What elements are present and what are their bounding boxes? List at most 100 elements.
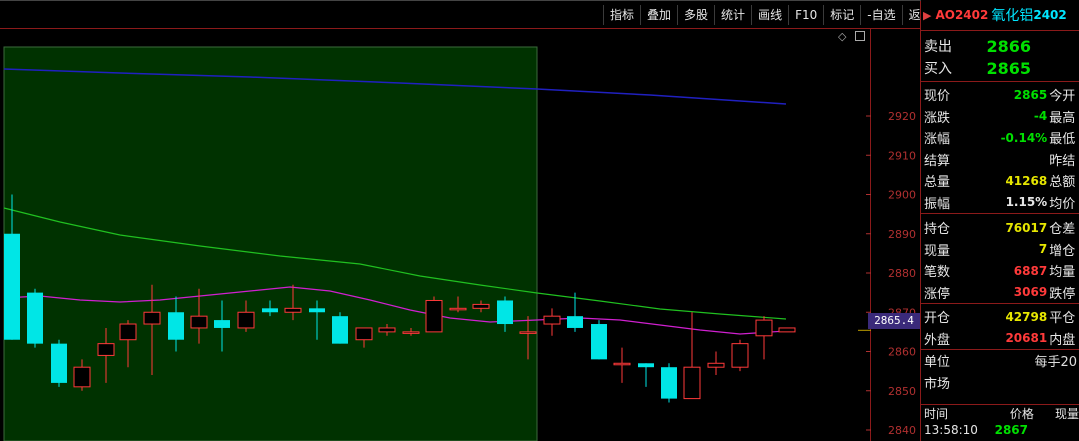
candle-body xyxy=(190,315,208,329)
candlestick-chart[interactable]: 292029102900289028802870286028502840 xyxy=(0,0,921,441)
tick-time: 13:58:10 xyxy=(924,423,978,437)
candle-body xyxy=(543,315,561,325)
candle-body xyxy=(4,233,20,340)
collapse-arrow-icon[interactable]: ▶ xyxy=(923,9,931,22)
candle-body xyxy=(332,316,348,344)
tick-vol-header: 现量 xyxy=(1054,407,1079,421)
candle-body xyxy=(237,311,255,329)
buy-label: 买入 xyxy=(924,61,952,77)
candle-body xyxy=(661,367,677,399)
quote-header: ▶ AO2402 氧化铝 2402 xyxy=(921,0,1079,30)
position-value: 6887 xyxy=(1013,263,1048,278)
candle-body xyxy=(262,308,278,313)
quote-label: 现价 xyxy=(924,89,951,105)
open-row: 开仓 42798 平仓 xyxy=(921,306,1079,328)
chart-toolbar: 指标 叠加 多股 统计 画线 F10 标记 -自选 返回 xyxy=(603,5,940,27)
candle-body xyxy=(591,324,607,360)
buy-value: 2865 xyxy=(986,58,1031,78)
toolbar-overlay-button[interactable]: 叠加 xyxy=(640,5,677,25)
quote-row: 涨跌 -4 最高 xyxy=(921,106,1079,128)
candle-body xyxy=(402,331,420,334)
quote-label-2: 最高 xyxy=(1049,110,1076,126)
quote-value: 1.15% xyxy=(1005,195,1048,210)
position-label-2: 增仓 xyxy=(1049,243,1076,259)
position-row: 持仓 76017 仓差 xyxy=(921,217,1079,239)
toolbar-watchlist-button[interactable]: -自选 xyxy=(860,5,901,25)
toolbar-draw-line-button[interactable]: 画线 xyxy=(751,5,788,25)
toolbar-indicator-button[interactable]: 指标 xyxy=(603,5,640,25)
candle-body xyxy=(778,327,796,333)
candle-body xyxy=(284,307,302,313)
quote-label: 振幅 xyxy=(924,196,951,212)
contract-code: AO2402 xyxy=(935,8,989,22)
contract-name: 氧化铝 xyxy=(991,8,1034,24)
open-value: 42798 xyxy=(1005,309,1048,324)
candle-body xyxy=(613,362,631,366)
candle-body xyxy=(638,363,654,368)
axis-label: 2900 xyxy=(888,189,916,202)
last-price-tag: 2865.4 xyxy=(868,313,920,329)
market-row: 市场 xyxy=(921,372,1079,394)
position-label: 持仓 xyxy=(924,222,951,238)
position-row: 笔数 6887 均量 xyxy=(921,260,1079,282)
tick-price-header: 价格 xyxy=(1009,407,1034,421)
quote-value: 41268 xyxy=(1005,173,1048,188)
quote-label: 结算 xyxy=(924,153,951,169)
candle-body xyxy=(119,323,137,341)
candle-body xyxy=(683,366,701,400)
quote-value: 2865 xyxy=(1013,87,1048,102)
candle-body xyxy=(472,303,490,309)
quote-label: 涨幅 xyxy=(924,132,951,148)
tick-time-header: 时间 xyxy=(924,407,949,421)
unit-row: 单位 每手20 xyxy=(921,350,1079,372)
candle-body xyxy=(497,300,513,325)
position-label: 笔数 xyxy=(924,265,951,281)
position-row: 现量 7 增仓 xyxy=(921,239,1079,261)
tick-header: 时间 价格 现量 xyxy=(921,405,1079,423)
quote-row: 涨幅 -0.14% 最低 xyxy=(921,127,1079,149)
axis-label: 2910 xyxy=(888,149,916,162)
candle-body xyxy=(707,362,725,368)
sell-value: 2866 xyxy=(986,36,1031,56)
position-value: 7 xyxy=(1038,242,1048,257)
candle-body xyxy=(519,331,537,334)
quote-label-2: 今开 xyxy=(1049,89,1076,105)
candle-body xyxy=(51,343,67,383)
window-box-icon[interactable] xyxy=(855,31,865,41)
tick-list: 时间 价格 现量 13:58:10 2867 xyxy=(921,404,1079,441)
sell-row: 卖出 2866 xyxy=(921,35,1079,57)
diamond-icon[interactable]: ◇ xyxy=(838,30,846,43)
quote-label: 总量 xyxy=(924,175,951,191)
candle-body xyxy=(73,366,91,388)
contract-month: 2402 xyxy=(1033,8,1067,22)
quote-row: 振幅 1.15% 均价 xyxy=(921,192,1079,214)
toolbar-stats-button[interactable]: 统计 xyxy=(714,5,751,25)
toolbar-f10-button[interactable]: F10 xyxy=(788,5,823,25)
position-label: 现量 xyxy=(924,243,951,259)
open-label-2: 平仓 xyxy=(1049,311,1076,327)
axis-label: 2890 xyxy=(888,228,916,241)
candle-body xyxy=(449,307,467,311)
candle-body xyxy=(355,327,373,341)
open-row: 外盘 20681 内盘 xyxy=(921,328,1079,350)
quote-value: -0.14% xyxy=(1000,130,1048,145)
toolbar-multi-stock-button[interactable]: 多股 xyxy=(677,5,714,25)
axis-label: 2850 xyxy=(888,385,916,398)
open-label: 开仓 xyxy=(924,311,951,327)
tick-price: 2867 xyxy=(994,423,1028,437)
candle-body xyxy=(309,308,325,313)
market-label: 市场 xyxy=(924,376,951,392)
position-row: 涨停 3069 跌停 xyxy=(921,282,1079,304)
position-label: 涨停 xyxy=(924,286,951,302)
axis-label: 2840 xyxy=(888,424,916,437)
position-label-2: 跌停 xyxy=(1049,286,1076,302)
candle-body xyxy=(378,327,396,333)
quote-label-2: 最低 xyxy=(1049,132,1076,148)
open-label: 外盘 xyxy=(924,332,951,348)
toolbar-mark-button[interactable]: 标记 xyxy=(823,5,860,25)
position-label-2: 仓差 xyxy=(1049,222,1076,238)
tick-row[interactable]: 13:58:10 2867 xyxy=(921,423,1079,441)
open-label-2: 内盘 xyxy=(1049,332,1076,348)
candle-body xyxy=(168,312,184,340)
quote-row: 总量 41268 总额 xyxy=(921,170,1079,192)
